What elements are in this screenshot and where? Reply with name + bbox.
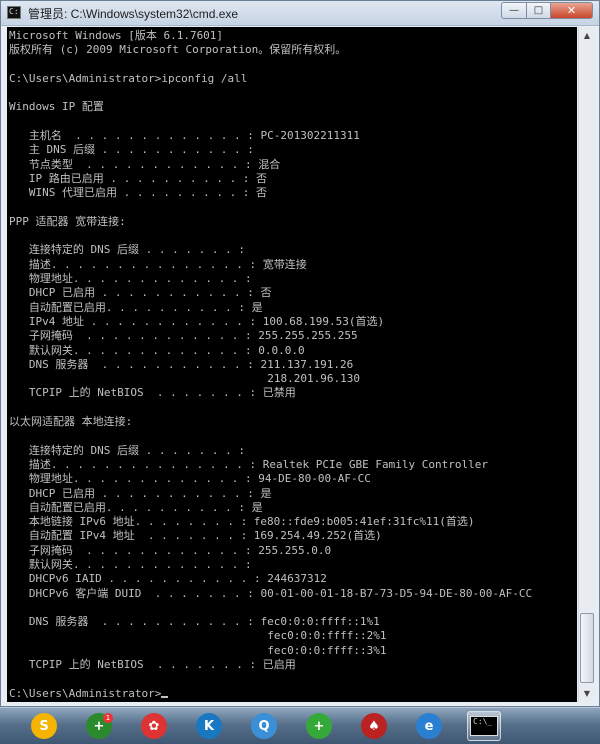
window-controls: — □ ✕ bbox=[501, 2, 593, 20]
taskbar-item-internet-explorer[interactable]: e bbox=[412, 711, 446, 741]
console-line: IP 路由已启用 . . . . . . . . . . : 否 bbox=[9, 171, 268, 185]
title-bar[interactable]: C: 管理员: C:\Windows\system32\cmd.exe — □ … bbox=[1, 1, 599, 26]
vertical-scrollbar[interactable]: ▲ ▼ bbox=[578, 27, 595, 702]
console-line: 子网掩码 . . . . . . . . . . . . : 255.255.2… bbox=[9, 329, 358, 343]
console-output[interactable]: Microsoft Windows [版本 6.1.7601] 版权所有 (c) … bbox=[7, 27, 577, 702]
console-line: DHCPv6 客户端 DUID . . . . . . . : 00-01-00… bbox=[9, 586, 533, 600]
console-line: PPP 适配器 宽带连接: bbox=[9, 214, 126, 228]
taskbar-item-green-plus[interactable]: + bbox=[302, 711, 336, 741]
text-cursor bbox=[161, 695, 169, 698]
scroll-up-icon[interactable]: ▲ bbox=[579, 27, 595, 44]
console-line: 连接特定的 DNS 后缀 . . . . . . . : bbox=[9, 243, 245, 257]
console-line: IPv4 地址 . . . . . . . . . . . . : 100.68… bbox=[9, 314, 385, 328]
taskbar-item-colorful-app[interactable]: ✿ bbox=[137, 711, 171, 741]
console-line: Microsoft Windows [版本 6.1.7601] bbox=[9, 29, 224, 42]
console-line: fec0:0:0:ffff::2%1 bbox=[9, 629, 387, 643]
taskbar-item-cmd[interactable]: C:\_ bbox=[467, 711, 501, 741]
maximize-button[interactable]: □ bbox=[527, 2, 551, 19]
taskbar-item-k-app[interactable]: K bbox=[192, 711, 226, 741]
maximize-icon: □ bbox=[533, 5, 544, 16]
console-line: 描述. . . . . . . . . . . . . . . : 宽带连接 bbox=[9, 257, 307, 271]
cmd-window: C: 管理员: C:\Windows\system32\cmd.exe — □ … bbox=[0, 0, 600, 707]
console-line: 本地链接 IPv6 地址. . . . . . . . : fe80::fde9… bbox=[9, 515, 475, 529]
console-line: DNS 服务器 . . . . . . . . . . . : fec0:0:0… bbox=[9, 615, 380, 629]
console-line: 版权所有 (c) 2009 Microsoft Corporation。保留所有… bbox=[9, 43, 347, 57]
console-line: Windows IP 配置 bbox=[9, 100, 104, 114]
close-icon: ✕ bbox=[566, 4, 577, 17]
qq-chat-icon: Q bbox=[251, 713, 277, 739]
scroll-thumb[interactable] bbox=[580, 613, 594, 683]
internet-explorer-icon: e bbox=[416, 713, 442, 739]
console-line: 描述. . . . . . . . . . . . . . . : Realte… bbox=[9, 457, 488, 471]
taskbar: S +1 ✿ K Q + ♠ e C:\_ bbox=[0, 707, 600, 744]
console-line: C:\Users\Administrator>ipconfig /all bbox=[9, 71, 248, 85]
close-button[interactable]: ✕ bbox=[551, 2, 593, 19]
console-line: DHCP 已启用 . . . . . . . . . . . : 否 bbox=[9, 286, 272, 300]
console-line: 自动配置已启用. . . . . . . . . . : 是 bbox=[9, 300, 263, 314]
minimize-icon: — bbox=[509, 5, 519, 16]
console-line: 主 DNS 后缀 . . . . . . . . . . . : bbox=[9, 143, 254, 157]
cmd-icon[interactable]: C: bbox=[7, 6, 21, 19]
console-lines: Microsoft Windows [版本 6.1.7601] 版权所有 (c) … bbox=[9, 29, 532, 701]
console-line: 物理地址. . . . . . . . . . . . . : 94-DE-80… bbox=[9, 472, 371, 486]
console-line: 子网掩码 . . . . . . . . . . . . : 255.255.0… bbox=[9, 543, 332, 557]
notification-badge: 1 bbox=[103, 713, 113, 723]
colorful-app-icon: ✿ bbox=[141, 713, 167, 739]
green-plus-icon: + bbox=[306, 713, 332, 739]
console-line: C:\Users\Administrator> bbox=[9, 687, 532, 701]
console-line: DNS 服务器 . . . . . . . . . . . : 211.137.… bbox=[9, 357, 354, 371]
console-line: 默认网关. . . . . . . . . . . . . : 0.0.0.0 bbox=[9, 343, 305, 357]
console-line: TCPIP 上的 NetBIOS . . . . . . . : 已禁用 bbox=[9, 386, 296, 400]
console-line: 默认网关. . . . . . . . . . . . . : bbox=[9, 557, 252, 571]
console-line: 物理地址. . . . . . . . . . . . . : bbox=[9, 272, 252, 286]
taskbar-item-qq-browser[interactable]: S bbox=[27, 711, 61, 741]
cards-game-icon: ♠ bbox=[361, 713, 387, 739]
taskbar-item-360-security[interactable]: +1 bbox=[82, 711, 116, 741]
console-line: 自动配置 IPv4 地址 . . . . . . . : 169.254.49.… bbox=[9, 529, 382, 543]
taskbar-item-cards-game[interactable]: ♠ bbox=[357, 711, 391, 741]
console-line: DHCP 已启用 . . . . . . . . . . . : 是 bbox=[9, 486, 272, 500]
window-title: 管理员: C:\Windows\system32\cmd.exe bbox=[28, 7, 239, 21]
console-line: 节点类型 . . . . . . . . . . . . : 混合 bbox=[9, 157, 281, 171]
console-line: 以太网适配器 本地连接: bbox=[9, 415, 133, 429]
console-line: 主机名 . . . . . . . . . . . . . : PC-20130… bbox=[9, 129, 360, 143]
console-line: 自动配置已启用. . . . . . . . . . : 是 bbox=[9, 500, 263, 514]
qq-browser-icon: S bbox=[31, 713, 57, 739]
k-app-icon: K bbox=[196, 713, 222, 739]
console-line: 连接特定的 DNS 后缀 . . . . . . . : bbox=[9, 443, 245, 457]
console-line: 218.201.96.130 bbox=[9, 372, 360, 386]
console-line: DHCPv6 IAID . . . . . . . . . . . : 2446… bbox=[9, 572, 327, 586]
minimize-button[interactable]: — bbox=[501, 2, 527, 19]
cmd-icon: C:\_ bbox=[470, 716, 498, 736]
console-line: TCPIP 上的 NetBIOS . . . . . . . : 已启用 bbox=[9, 658, 296, 672]
console-line: WINS 代理已启用 . . . . . . . . . : 否 bbox=[9, 186, 268, 200]
scroll-down-icon[interactable]: ▼ bbox=[579, 685, 595, 702]
taskbar-item-qq-chat[interactable]: Q bbox=[247, 711, 281, 741]
console-line: fec0:0:0:ffff::3%1 bbox=[9, 643, 387, 657]
